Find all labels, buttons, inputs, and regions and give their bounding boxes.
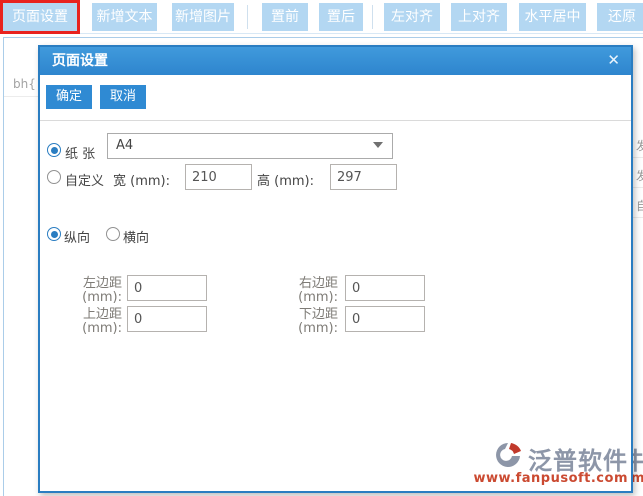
paper-size-value: A4 — [116, 138, 133, 153]
custom-size-radio-label: 自定义 — [65, 170, 104, 189]
toolbar-button-add-image[interactable]: 新增图片 — [172, 3, 234, 31]
toolbar-button-restore[interactable]: 还原 — [597, 3, 643, 31]
custom-size-radio[interactable] — [47, 170, 61, 184]
dialog-divider — [40, 120, 631, 121]
background-fragment: 自 — [636, 197, 643, 214]
margin-bottom-input[interactable] — [345, 306, 425, 332]
width-input[interactable] — [185, 164, 252, 190]
toolbar: 页面设置 新增文本 新增图片 置前 置后 左对齐 上对齐 水平居中 还原 — [0, 0, 643, 34]
margin-top-input[interactable] — [127, 306, 207, 332]
toolbar-button-add-text[interactable]: 新增文本 — [92, 3, 157, 31]
page-setup-dialog: 页面设置 ✕ 确定 取消 纸 张 A4 自定义 宽 (mm): 高 (mm): … — [38, 45, 633, 493]
background-row-divider — [4, 96, 38, 97]
width-label: 宽 (mm): — [113, 170, 170, 189]
margin-right-label: 右边距(mm): — [276, 277, 338, 305]
ok-button[interactable]: 确定 — [46, 85, 92, 109]
cancel-button[interactable]: 取消 — [100, 85, 146, 109]
brand-url: www.fanpusoft.com — [473, 471, 628, 486]
toolbar-button-page-setup[interactable]: 页面设置 — [3, 3, 77, 31]
toolbar-button-center-horizontal[interactable]: 水平居中 — [519, 3, 586, 31]
chevron-down-icon — [373, 142, 383, 148]
toolbar-button-align-top[interactable]: 上对齐 — [451, 3, 507, 31]
landscape-radio[interactable] — [106, 227, 120, 241]
margin-top-label: 上边距(mm): — [60, 308, 122, 336]
landscape-radio-label: 横向 — [123, 227, 149, 246]
toolbar-button-align-left[interactable]: 左对齐 — [384, 3, 440, 31]
background-field-text: bh{ — [13, 77, 36, 91]
background-fragment: 发 — [636, 137, 643, 154]
portrait-radio[interactable] — [47, 227, 61, 241]
margin-right-input[interactable] — [345, 275, 425, 301]
fanpu-logo-icon — [492, 440, 528, 474]
toolbar-button-bring-front[interactable]: 置前 — [262, 3, 308, 31]
height-label: 高 (mm): — [257, 170, 314, 189]
toolbar-separator — [247, 5, 248, 29]
margin-left-label: 左边距(mm): — [60, 277, 122, 305]
margin-bottom-label: 下边距(mm): — [276, 308, 338, 336]
portrait-radio-label: 纵向 — [64, 227, 90, 246]
height-input[interactable] — [330, 164, 397, 190]
margin-left-input[interactable] — [127, 275, 207, 301]
close-icon[interactable]: ✕ — [607, 47, 620, 75]
background-fragment: 发 — [636, 167, 643, 184]
toolbar-button-send-back[interactable]: 置后 — [319, 3, 363, 31]
page: bh{ 发 发 自 泛普软件 www.fanpusoft.com 页面设置 新增… — [0, 0, 643, 496]
brand-watermark: 泛普软件 www.fanpusoft.com — [473, 440, 628, 486]
toolbar-separator — [372, 5, 373, 29]
paper-radio-label: 纸 张 — [65, 143, 95, 162]
dialog-title: 页面设置 — [40, 47, 631, 75]
paper-radio[interactable] — [47, 143, 61, 157]
paper-size-select[interactable]: A4 — [107, 133, 393, 159]
